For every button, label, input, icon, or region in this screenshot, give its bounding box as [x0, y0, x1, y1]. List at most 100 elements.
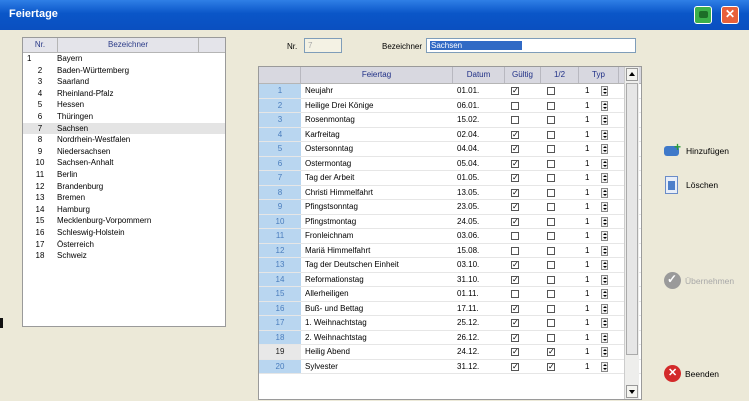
valid-checkbox[interactable] [511, 232, 519, 240]
close-icon[interactable]: ✕ [721, 6, 739, 24]
table-row[interactable]: 12 Mariä Himmelfahrt 15.08. 1 [259, 243, 641, 258]
table-row[interactable]: 17 1. Weihnachtstag 25.12. ✓ 1 [259, 316, 641, 331]
holiday-name[interactable]: Tag der Arbeit [301, 171, 453, 185]
states-list[interactable]: Nr. Bezeichner 1 Bayern 2 Baden-Württemberg… [22, 37, 226, 327]
list-item[interactable]: 16 Schleswig-Holstein [23, 227, 225, 239]
table-row[interactable]: 11 Fronleichnam 03.06. 1 [259, 229, 641, 244]
typ-spinner-icon[interactable] [601, 144, 608, 154]
holiday-date[interactable]: 01.05. [453, 171, 505, 185]
holiday-name[interactable]: Pfingstmontag [301, 215, 453, 229]
holiday-name[interactable]: Reformationstag [301, 273, 453, 287]
holiday-date[interactable]: 02.04. [453, 128, 505, 142]
typ-spinner-icon[interactable] [601, 274, 608, 285]
list-item[interactable]: 7 Sachsen [23, 122, 225, 135]
scroll-up-icon[interactable] [626, 68, 638, 81]
table-row[interactable]: 15 Allerheiligen 01.11. 1 [259, 287, 641, 302]
half-day-checkbox[interactable] [547, 333, 555, 342]
column-header-nr[interactable]: Nr. [23, 38, 58, 52]
table-row[interactable]: 4 Karfreitag 02.04. ✓ 1 [259, 127, 641, 142]
holiday-date[interactable]: 23.05. [453, 200, 505, 214]
valid-checkbox[interactable]: ✓ [511, 145, 519, 153]
half-day-checkbox[interactable] [547, 101, 555, 110]
half-day-checkbox[interactable]: ✓ [547, 348, 555, 356]
list-item[interactable]: 10 Sachsen-Anhalt [23, 157, 225, 169]
holiday-name[interactable]: Fronleichnam [301, 229, 453, 243]
valid-checkbox[interactable]: ✓ [511, 362, 519, 371]
holiday-name[interactable]: Ostermontag [301, 157, 453, 171]
valid-checkbox[interactable]: ✓ [511, 261, 519, 269]
valid-checkbox[interactable]: ✓ [511, 188, 519, 197]
holiday-date[interactable]: 01.11. [453, 287, 505, 301]
table-row[interactable]: 10 Pfingstmontag 24.05. ✓ 1 [259, 214, 641, 229]
list-item[interactable]: 9 Niedersachsen [23, 146, 225, 158]
table-row[interactable]: 6 Ostermontag 05.04. ✓ 1 [259, 156, 641, 171]
holiday-name[interactable]: Tag der Deutschen Einheit [301, 258, 453, 272]
typ-spinner-icon[interactable] [601, 202, 608, 212]
half-day-checkbox[interactable]: ✓ [547, 362, 555, 371]
half-day-checkbox[interactable] [547, 159, 555, 168]
apply-button[interactable]: Übernehmen [664, 272, 734, 289]
holiday-date[interactable]: 15.02. [453, 113, 505, 127]
holiday-date[interactable]: 04.04. [453, 142, 505, 156]
holiday-name[interactable]: Mariä Himmelfahrt [301, 244, 453, 258]
title-bar[interactable]: Feiertage ✕ [0, 0, 749, 30]
typ-spinner-icon[interactable] [601, 115, 608, 125]
list-item[interactable]: 1 Bayern [23, 53, 225, 65]
add-button[interactable]: Hinzufügen [662, 140, 729, 160]
typ-spinner-icon[interactable] [601, 332, 608, 343]
half-day-checkbox[interactable] [547, 203, 555, 211]
half-day-checkbox[interactable] [547, 304, 555, 313]
row-number[interactable]: 19 [259, 345, 301, 359]
holiday-date[interactable]: 06.01. [453, 99, 505, 113]
row-number[interactable]: 10 [259, 214, 301, 228]
bezeichner-input[interactable]: Sachsen [426, 38, 636, 53]
holiday-name[interactable]: Rosenmontag [301, 113, 453, 127]
row-number[interactable]: 5 [259, 142, 301, 156]
typ-spinner-icon[interactable] [601, 361, 608, 372]
list-item[interactable]: 11 Berlin [23, 169, 225, 181]
table-scrollbar[interactable] [624, 67, 639, 399]
table-row[interactable]: 3 Rosenmontag 15.02. 1 [259, 113, 641, 128]
column-header-feiertag[interactable]: Feiertag [301, 67, 453, 83]
holiday-date[interactable]: 24.05. [453, 215, 505, 229]
list-item[interactable]: 18 Schweiz [23, 250, 225, 262]
list-item[interactable]: 17 Österreich [23, 239, 225, 251]
holiday-date[interactable]: 13.05. [453, 186, 505, 200]
half-day-checkbox[interactable] [547, 116, 555, 124]
holiday-name[interactable]: Karfreitag [301, 128, 453, 142]
row-number[interactable]: 1 [259, 84, 301, 98]
holiday-name[interactable]: 2. Weihnachtstag [301, 331, 453, 345]
table-row[interactable]: 14 Reformationstag 31.10. ✓ 1 [259, 272, 641, 287]
holiday-date[interactable]: 03.10. [453, 258, 505, 272]
row-number[interactable]: 20 [259, 359, 301, 373]
typ-spinner-icon[interactable] [601, 245, 608, 256]
scroll-thumb[interactable] [626, 83, 638, 355]
holiday-date[interactable]: 15.08. [453, 244, 505, 258]
list-item[interactable]: 13 Bremen [23, 192, 225, 204]
row-number[interactable]: 18 [259, 330, 301, 344]
column-header-gueltig[interactable]: Gültig [505, 67, 541, 83]
minimize-icon[interactable] [694, 6, 712, 24]
half-day-checkbox[interactable] [547, 130, 555, 139]
row-number[interactable]: 2 [259, 98, 301, 112]
valid-checkbox[interactable] [511, 116, 519, 124]
holiday-date[interactable]: 26.12. [453, 331, 505, 345]
typ-spinner-icon[interactable] [601, 100, 608, 111]
holiday-date[interactable]: 17.11. [453, 302, 505, 316]
holiday-date[interactable]: 05.04. [453, 157, 505, 171]
typ-spinner-icon[interactable] [601, 129, 608, 140]
splitter-handle[interactable] [0, 318, 3, 328]
list-item[interactable]: 8 Nordrhein-Westfalen [23, 134, 225, 146]
typ-spinner-icon[interactable] [601, 303, 608, 314]
half-day-checkbox[interactable] [547, 232, 555, 240]
typ-spinner-icon[interactable] [601, 187, 608, 198]
typ-spinner-icon[interactable] [601, 318, 608, 328]
holiday-date[interactable]: 31.12. [453, 360, 505, 374]
holiday-date[interactable]: 03.06. [453, 229, 505, 243]
valid-checkbox[interactable]: ✓ [511, 87, 519, 95]
table-row[interactable]: 19 Heilig Abend 24.12. ✓ ✓ 1 [259, 345, 641, 360]
valid-checkbox[interactable] [511, 101, 519, 110]
holiday-date[interactable]: 01.01. [453, 84, 505, 98]
valid-checkbox[interactable]: ✓ [511, 275, 519, 284]
half-day-checkbox[interactable] [547, 261, 555, 269]
